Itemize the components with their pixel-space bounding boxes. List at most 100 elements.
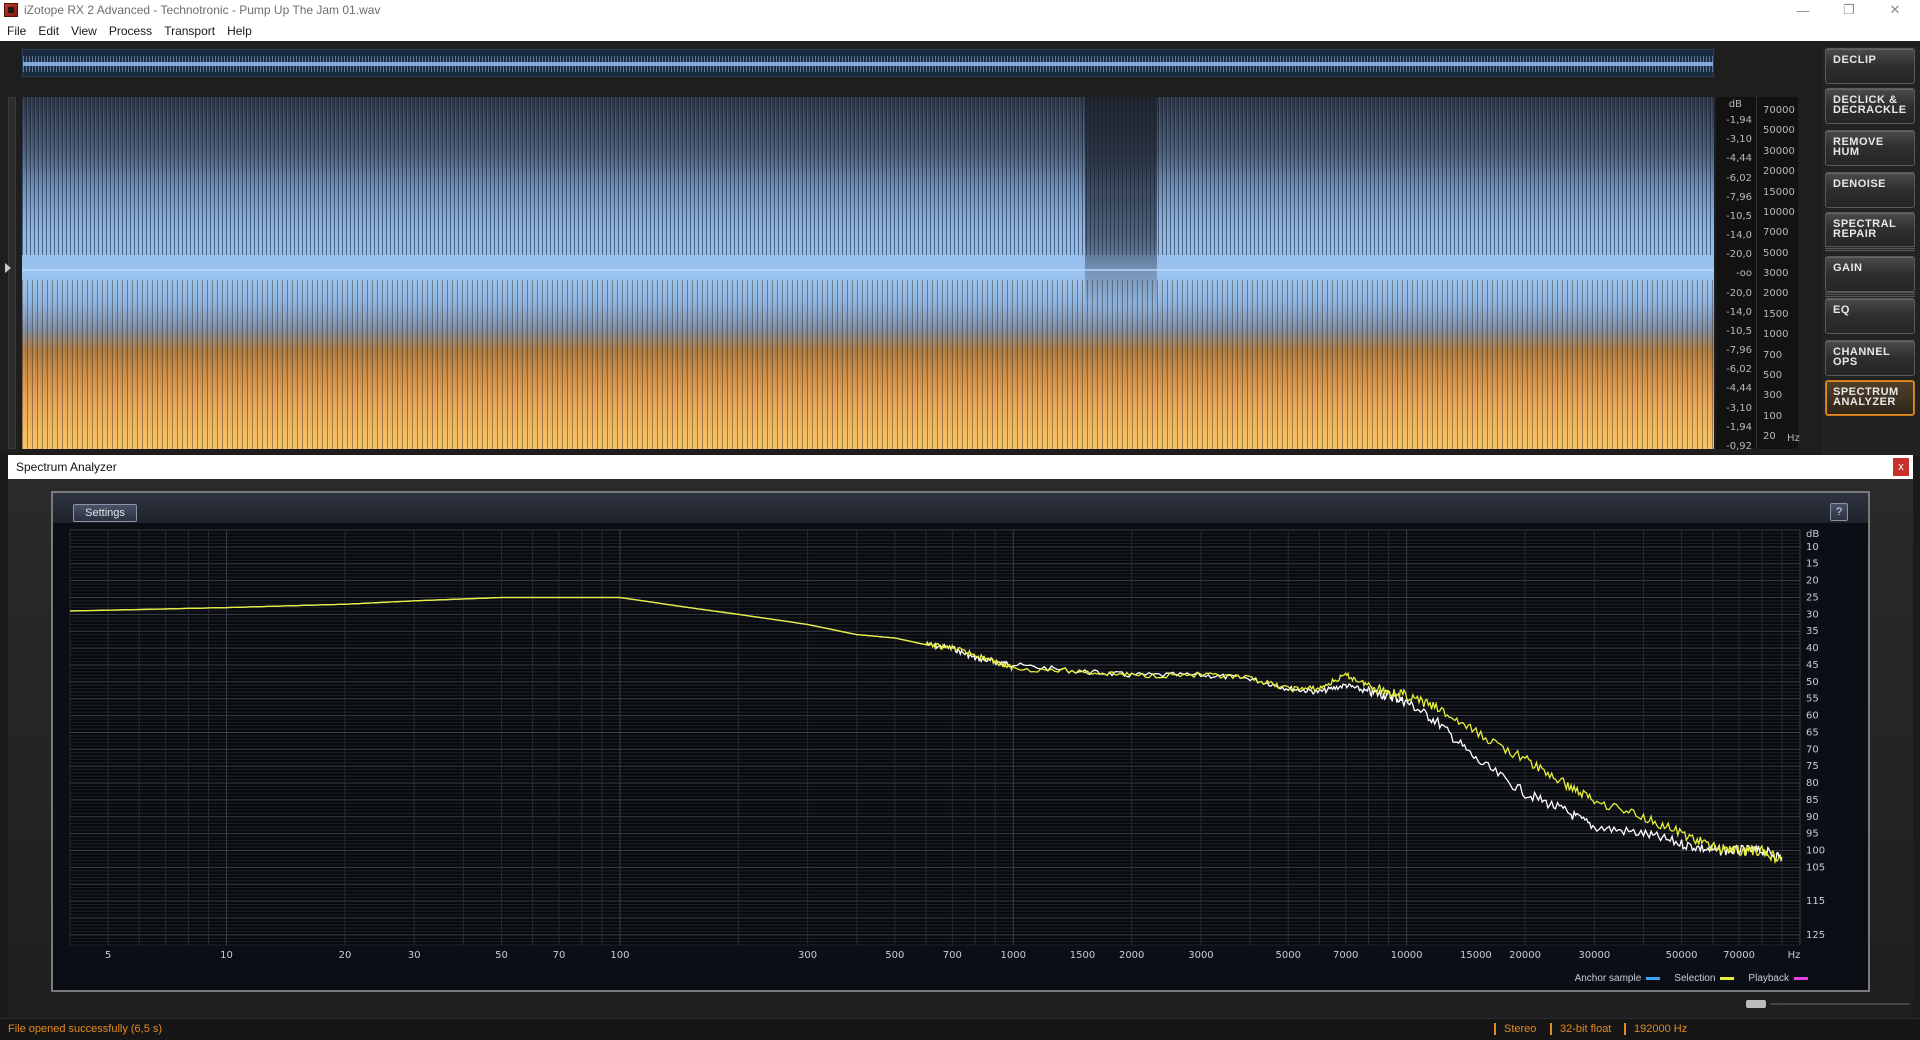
hz-tick-label: 30000: [1763, 145, 1795, 157]
menu-process[interactable]: Process: [103, 24, 158, 38]
hz-unit-label: Hz: [1787, 433, 1800, 444]
db-tick-label: -4,44: [1726, 153, 1752, 165]
menu-view[interactable]: View: [65, 24, 103, 38]
spectrum-plot[interactable]: 5 10 20 30 50 70 100 300 500 700 1000 1500 2000 3000 5…: [53, 493, 1868, 990]
db-tick-label: -10,5: [1726, 210, 1752, 222]
hz-tick-label: 5000: [1763, 247, 1789, 259]
db-tick-label: -1,94: [1726, 421, 1752, 433]
y-tick-label: 105: [1806, 862, 1825, 873]
module-declick-decrackle-button[interactable]: DECLICK & DECRACKLE: [1825, 88, 1915, 124]
module-channel-ops-button[interactable]: CHANNEL OPS: [1825, 340, 1915, 376]
waveform-overview[interactable]: [22, 49, 1714, 77]
hz-tick-label: 10000: [1763, 206, 1795, 218]
waveform-centerline: [22, 269, 1714, 272]
db-tick-label: -7,96: [1726, 345, 1752, 357]
y-tick-label: 20: [1806, 576, 1819, 587]
db-tick-label: -3,10: [1726, 134, 1752, 146]
menu-transport[interactable]: Transport: [158, 24, 221, 38]
db-tick-label: -10,5: [1726, 325, 1752, 337]
waveform-texture-bottom: [22, 280, 1714, 449]
spectrum-analyzer-title: Spectrum Analyzer: [16, 460, 117, 474]
plot-background: [70, 530, 1800, 945]
y-unit-label: dB: [1806, 529, 1819, 540]
playhead-marker-icon[interactable]: [5, 263, 11, 273]
x-tick-label: 30000: [1578, 950, 1610, 961]
db-unit-label: dB: [1728, 99, 1742, 110]
x-tick-label: 5000: [1275, 950, 1300, 961]
module-denoise-button[interactable]: DENOISE: [1825, 172, 1915, 208]
waveform-breakdown-region: [1085, 97, 1157, 449]
y-tick-label: 45: [1806, 660, 1819, 671]
module-declip-button[interactable]: DECLIP: [1825, 48, 1915, 84]
db-tick-label: -4,44: [1726, 383, 1752, 395]
y-tick-label: 85: [1806, 795, 1819, 806]
hz-tick-label: 50000: [1763, 125, 1795, 137]
module-spectrum-analyzer-button[interactable]: SPECTRUM ANALYZER: [1825, 380, 1915, 416]
zoom-slider-track[interactable]: [1770, 1003, 1910, 1005]
module-eq-button[interactable]: EQ: [1825, 298, 1915, 334]
y-tick-label: 10: [1806, 542, 1819, 553]
hz-tick-label: 300: [1763, 390, 1783, 402]
y-tick-label: 70: [1806, 744, 1819, 755]
spectrum-analyzer-body: Settings ? 5 10 20 30 50 70 100 300 500 700 1000 15…: [8, 479, 1913, 1019]
db-tick-label: -oo: [1735, 268, 1752, 280]
menu-edit[interactable]: Edit: [32, 24, 65, 38]
y-tick-label: 50: [1806, 677, 1819, 688]
y-tick-label: 90: [1806, 812, 1819, 823]
spectrum-analyzer-titlebar: Spectrum Analyzer x: [8, 455, 1913, 479]
y-tick-label: 100: [1806, 846, 1825, 857]
db-tick-label: -20,0: [1726, 287, 1752, 299]
spectrum-frame: Settings ? 5 10 20 30 50 70 100 300 500 700 1000 15…: [51, 491, 1870, 992]
legend-anchor: Anchor sample: [1575, 973, 1661, 984]
hz-tick-label: 20000: [1763, 166, 1795, 178]
legend-selection-swatch: [1720, 976, 1735, 980]
y-tick-label: 125: [1806, 930, 1825, 941]
hz-tick-label: 2000: [1763, 288, 1789, 300]
hz-tick-label: 700: [1763, 349, 1783, 361]
status-channels: Stereo: [1494, 1023, 1536, 1035]
y-tick-label: 60: [1806, 711, 1819, 722]
waveform-spectrogram[interactable]: [22, 97, 1714, 449]
module-separator: [1825, 246, 1915, 252]
x-tick-label: 10000: [1391, 950, 1423, 961]
hz-tick-label: 70000: [1763, 105, 1795, 116]
x-tick-label: 20000: [1509, 950, 1541, 961]
hz-tick-label: 15000: [1763, 186, 1795, 198]
minimize-button[interactable]: —: [1780, 0, 1826, 20]
y-tick-label: 40: [1806, 643, 1819, 654]
menu-help[interactable]: Help: [221, 24, 258, 38]
restore-button[interactable]: ❐: [1826, 0, 1872, 20]
title-bar: iZotope RX 2 Advanced - Technotronic - P…: [0, 0, 1920, 20]
legend-selection-label: Selection: [1674, 973, 1716, 984]
module-gain-button[interactable]: GAIN: [1825, 256, 1915, 292]
x-tick-label: 300: [798, 950, 817, 961]
y-tick-label: 15: [1806, 559, 1819, 570]
y-tick-label: 65: [1806, 727, 1819, 738]
zoom-slider-handle[interactable]: [1746, 1000, 1766, 1008]
status-sample-rate: 192000 Hz: [1624, 1023, 1687, 1035]
status-bit-depth: 32-bit float: [1550, 1023, 1611, 1035]
hz-tick-label: 1500: [1763, 308, 1789, 320]
db-tick-label: -7,96: [1726, 191, 1752, 203]
menu-file[interactable]: File: [0, 24, 32, 38]
spectrum-close-button[interactable]: x: [1893, 458, 1909, 476]
x-tick-label: 30: [408, 950, 421, 961]
x-tick-label: 500: [885, 950, 904, 961]
module-spectral-repair-button[interactable]: SPECTRAL REPAIR: [1825, 212, 1915, 248]
hz-tick-label: 500: [1763, 369, 1783, 381]
module-remove-hum-button[interactable]: REMOVE HUM: [1825, 130, 1915, 166]
vertical-scrollbar[interactable]: [8, 97, 16, 449]
waveform-texture-top: [22, 97, 1714, 256]
close-button[interactable]: ✕: [1872, 0, 1918, 20]
spectrum-legend: Anchor sample Selection Playback: [1575, 973, 1808, 984]
db-tick-label: -20,0: [1726, 249, 1752, 261]
module-separator: [1825, 292, 1915, 298]
x-tick-label: 20: [339, 950, 352, 961]
x-tick-label: 1500: [1070, 950, 1095, 961]
x-tick-label: 70000: [1723, 950, 1755, 961]
hz-tick-label: 7000: [1763, 227, 1789, 239]
module-panel: DECLIP DECLICK & DECRACKLE REMOVE HUM DENOI…: [1822, 46, 1920, 456]
x-tick-label: 70: [553, 950, 566, 961]
db-tick-label: -3,10: [1726, 402, 1752, 414]
legend-anchor-label: Anchor sample: [1574, 973, 1642, 984]
